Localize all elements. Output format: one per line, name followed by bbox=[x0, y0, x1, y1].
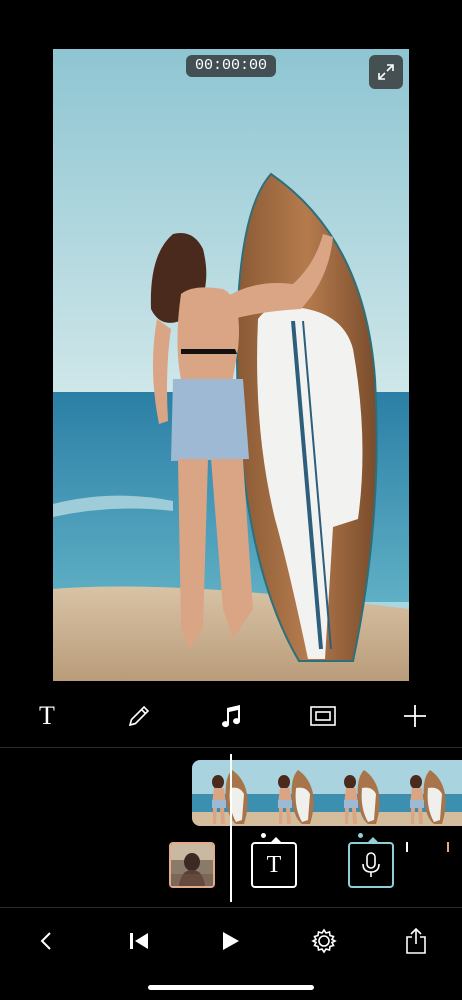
preview-image bbox=[53, 49, 409, 681]
filmstrip-frame bbox=[324, 760, 390, 826]
music-note-icon bbox=[222, 705, 241, 728]
frame-icon bbox=[310, 706, 336, 726]
pencil-icon bbox=[128, 705, 150, 727]
video-preview[interactable]: 00:00:00 bbox=[53, 49, 409, 681]
back-button[interactable] bbox=[26, 921, 66, 961]
skip-to-start-icon bbox=[129, 933, 148, 949]
timeline-tick bbox=[406, 842, 408, 852]
play-button[interactable] bbox=[211, 921, 251, 961]
settings-icon bbox=[310, 928, 337, 954]
photo-clip-marker[interactable] bbox=[169, 842, 215, 888]
timecode-display: 00:00:00 bbox=[186, 55, 276, 77]
settings-button[interactable] bbox=[304, 921, 344, 961]
divider bbox=[0, 907, 462, 908]
home-indicator bbox=[148, 985, 314, 990]
video-clip-filmstrip[interactable] bbox=[192, 760, 462, 826]
text-icon: T bbox=[266, 851, 282, 878]
text-icon: T bbox=[39, 701, 55, 730]
back-icon bbox=[40, 932, 51, 950]
music-tool-button[interactable] bbox=[208, 693, 254, 739]
bottom-bar bbox=[0, 912, 462, 970]
plus-icon bbox=[404, 705, 426, 727]
share-button[interactable] bbox=[396, 921, 436, 961]
text-tool-button[interactable]: T bbox=[24, 693, 70, 739]
filmstrip-frame bbox=[192, 760, 258, 826]
filmstrip-frame bbox=[390, 760, 456, 826]
voice-clip-marker[interactable] bbox=[348, 833, 394, 888]
edit-toolbar: T bbox=[0, 690, 462, 742]
timeline[interactable]: T bbox=[0, 750, 462, 906]
play-icon bbox=[223, 932, 239, 950]
photo-thumbnail bbox=[171, 844, 213, 886]
share-icon bbox=[406, 927, 426, 954]
add-button[interactable] bbox=[392, 693, 438, 739]
layout-tool-button[interactable] bbox=[300, 693, 346, 739]
marker-dot bbox=[358, 833, 363, 838]
timeline-tick bbox=[447, 842, 449, 852]
skip-to-start-button[interactable] bbox=[119, 921, 159, 961]
text-clip-marker[interactable]: T bbox=[251, 833, 297, 888]
microphone-icon bbox=[362, 852, 380, 877]
playhead[interactable] bbox=[230, 754, 232, 902]
draw-tool-button[interactable] bbox=[116, 693, 162, 739]
filmstrip-frame bbox=[456, 760, 462, 826]
divider bbox=[0, 747, 462, 748]
expand-button[interactable] bbox=[369, 55, 403, 89]
filmstrip-frame bbox=[258, 760, 324, 826]
marker-dot bbox=[261, 833, 266, 838]
expand-icon bbox=[378, 64, 394, 80]
